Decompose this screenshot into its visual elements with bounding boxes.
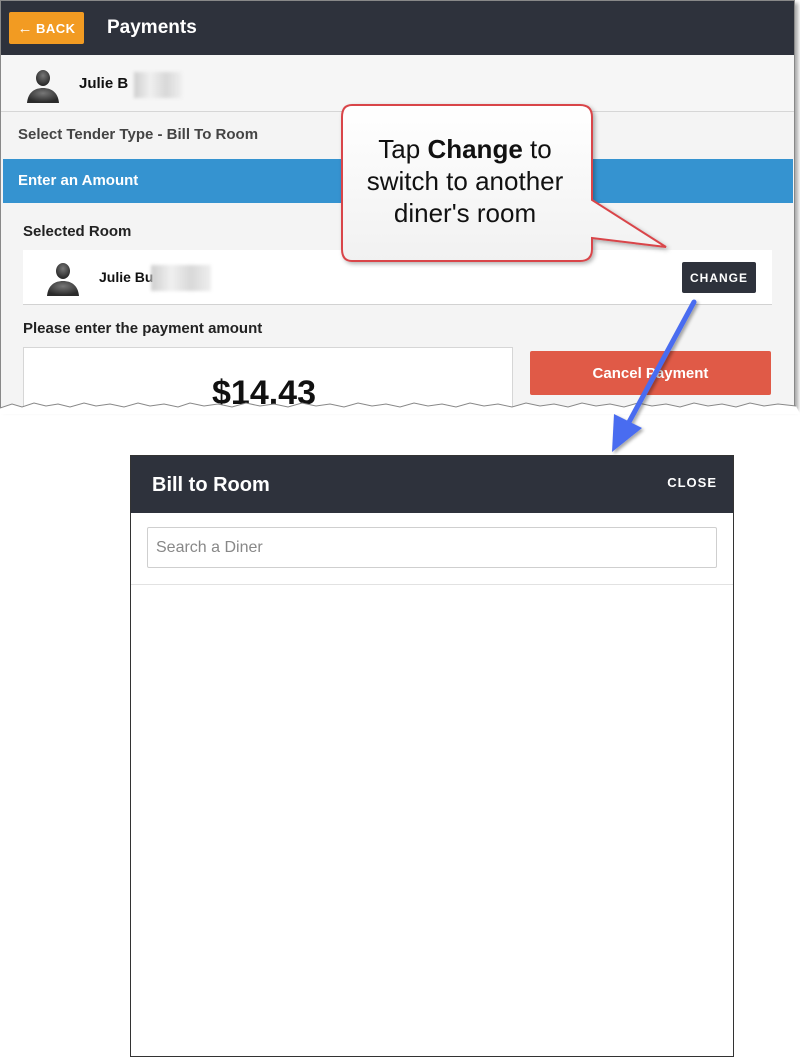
section-header-text: Enter an Amount <box>18 172 139 189</box>
user-silhouette-icon <box>47 263 79 296</box>
user-name: Julie B <box>79 75 129 92</box>
change-room-button[interactable]: CHANGE <box>682 262 756 293</box>
bill-to-room-modal: Bill to Room CLOSE <box>130 455 734 1057</box>
payment-amount-prompt: Please enter the payment amount <box>23 320 263 337</box>
pointer-arrow <box>612 299 697 452</box>
close-button[interactable]: CLOSE <box>667 475 717 490</box>
search-area <box>131 513 733 585</box>
modal-title: Bill to Room <box>152 474 270 496</box>
user-silhouette-icon <box>27 70 59 103</box>
app-header: ← BACK Payments <box>1 1 794 55</box>
search-diner-input[interactable] <box>147 527 717 568</box>
selected-room-label: Selected Room <box>23 223 132 240</box>
tender-type-label: Select Tender Type - Bill To Room <box>18 126 259 143</box>
page-title: Payments <box>107 17 197 38</box>
modal-header: Bill to Room CLOSE <box>131 456 733 513</box>
arrow-left-icon: ← <box>17 19 33 37</box>
room-user-name: Julie Bu <box>99 269 154 285</box>
redacted-surname <box>134 72 182 98</box>
back-button-label: BACK <box>35 20 76 36</box>
redacted-surname <box>151 265 211 291</box>
back-button[interactable]: ← BACK <box>9 12 84 44</box>
callout-text: Tap Change to switch to another diner's … <box>366 134 564 228</box>
